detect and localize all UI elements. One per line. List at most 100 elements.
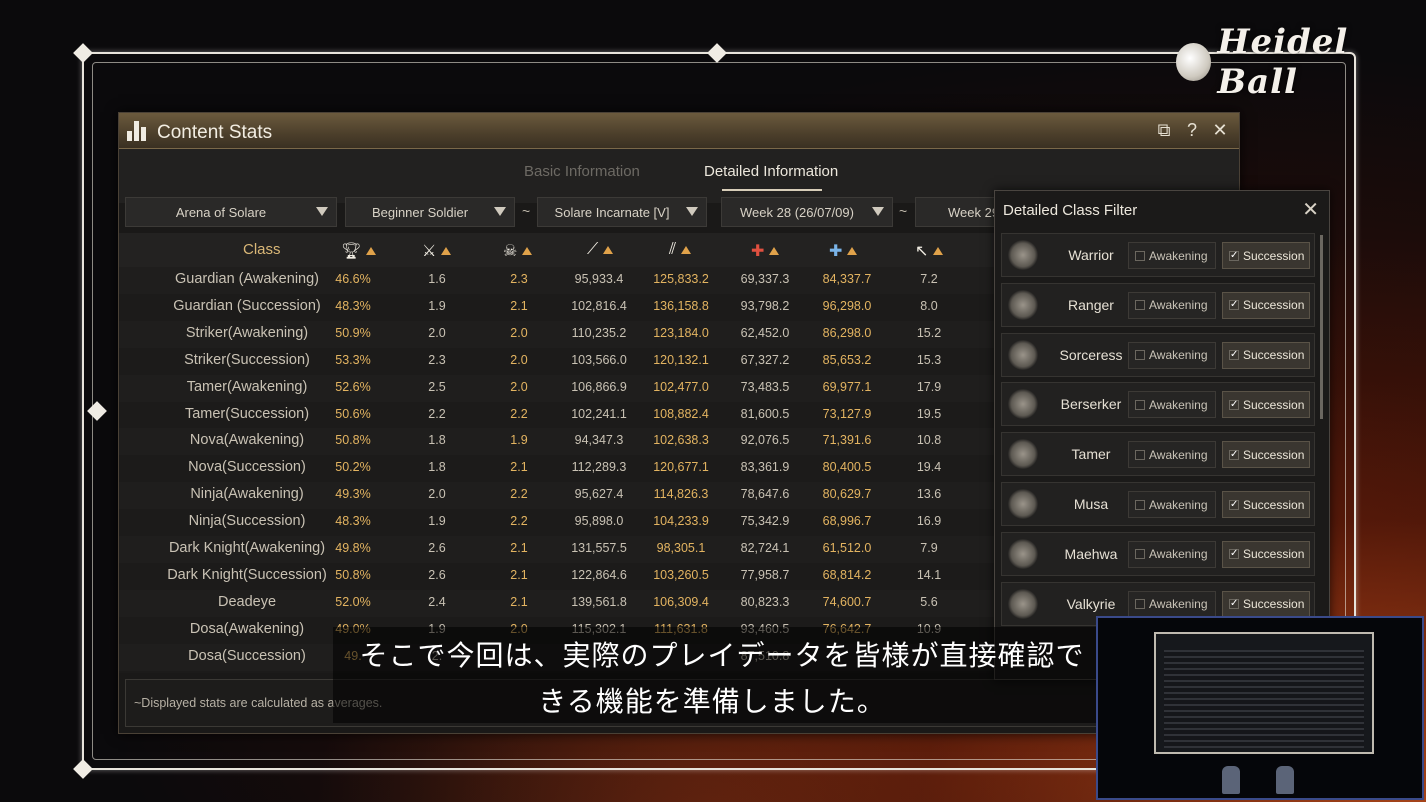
row-damage: 103,566.0 [571,352,627,367]
checkmark-icon: ✓ [1229,548,1239,560]
close-icon[interactable]: ✕ [1211,120,1229,141]
help-icon[interactable]: ? [1183,120,1201,141]
awakening-checkbox[interactable]: Awakening [1128,291,1216,319]
succession-checkbox[interactable]: ✓ Succession [1222,491,1310,518]
column-header-healing-received[interactable]: ✚ [829,241,858,261]
row-damage: 139,561.8 [571,594,627,609]
row-kills: 2.4 [428,594,446,609]
row-kills: 2.0 [428,487,446,502]
awakening-checkbox[interactable]: Awakening [1128,540,1216,568]
row-misc: 5.6 [920,594,938,609]
row-healing: 93,798.2 [740,298,790,313]
row-misc: 16.9 [916,514,942,529]
logo-text: Heidel Ball [1217,22,1349,102]
row-kills: 1.6 [428,272,446,286]
succession-label: Succession [1243,497,1305,512]
awakening-checkbox[interactable]: Awakening [1128,242,1216,269]
awakening-checkbox[interactable]: Awakening [1128,391,1216,419]
column-header-class[interactable]: Class [243,241,281,258]
class-filter-row: Maehwa Awakening ✓ Succession [1001,531,1315,576]
row-damage-taken: 102,638.3 [653,433,709,448]
rank-to-dropdown[interactable]: Solare Incarnate [V] [537,197,707,227]
row-class-name: Striker(Succession) [184,351,310,368]
column-header-damage-taken[interactable]: ⫽ [669,241,692,259]
class-emblem-icon [1008,339,1038,370]
row-class-name: Ninja(Awakening) [190,486,304,503]
column-header-healing[interactable]: ✚ [751,241,780,261]
week-from-dropdown[interactable]: Week 28 (26/07/09) [721,197,893,227]
restore-icon[interactable]: ⧉ [1155,120,1173,141]
row-deaths: 2.1 [510,541,528,555]
awakening-checkbox[interactable]: Awakening [1128,341,1216,369]
class-name: Berserker [1060,396,1122,413]
row-class-name: Dosa(Succession) [188,647,306,664]
row-damage-taken: 108,882.4 [653,406,709,421]
row-kills: 1.9 [428,298,446,313]
succession-checkbox[interactable]: ✓ Succession [1222,291,1310,319]
column-header-win-rate[interactable]: 🏆︎ [341,241,377,261]
column-header-kills[interactable]: ⚔ [422,241,452,261]
awakening-checkbox[interactable]: Awakening [1128,590,1216,618]
row-class-name: Dosa(Awakening) [189,620,305,637]
range-separator: ~ [522,203,531,219]
sword-icon: ⟋ [587,241,599,258]
succession-checkbox[interactable]: ✓ Succession [1222,391,1310,419]
row-healing: 69,337.3 [740,272,790,286]
row-damage-taken: 120,677.1 [653,460,709,475]
class-filter-row: Warrior Awakening ✓ Succession [1001,233,1315,277]
class-name: Warrior [1068,247,1114,263]
row-misc: 7.2 [920,272,938,286]
row-class-name: Dark Knight(Awakening) [168,540,326,556]
sort-up-icon [441,247,452,255]
content-dropdown[interactable]: Arena of Solare [125,197,337,227]
column-header-damage[interactable]: ⟋ [587,241,614,259]
week-to-dropdown[interactable]: Week 29 [915,197,1005,227]
succession-checkbox[interactable]: ✓ Succession [1222,540,1310,568]
class-emblem-icon [1008,240,1038,270]
row-misc: 17.9 [916,379,942,394]
checkbox-icon [1135,449,1145,460]
class-header-label: Class [243,241,281,258]
row-healing-received: 84,337.7 [822,272,872,286]
row-healing: 80,823.3 [740,594,790,609]
row-deaths: 2.2 [510,514,528,529]
active-tab-indicator [722,189,822,191]
close-icon[interactable]: ✕ [1302,197,1319,222]
succession-checkbox[interactable]: ✓ Succession [1222,590,1310,618]
crossed-swords-icon: ⚔ [422,243,437,260]
chevron-down-icon [316,207,328,216]
row-win-rate: 49.8% [335,541,371,555]
awakening-checkbox[interactable]: Awakening [1128,491,1216,518]
succession-checkbox[interactable]: ✓ Succession [1222,441,1310,469]
awakening-label: Awakening [1149,348,1208,363]
row-win-rate: 48.3% [335,514,371,529]
succession-label: Succession [1243,547,1305,562]
row-win-rate: 49.3% [335,487,371,502]
rank-from-dropdown[interactable]: Beginner Soldier [345,197,515,227]
checkmark-icon: ✓ [1229,398,1239,410]
checkmark-icon: ✓ [1229,349,1239,361]
awakening-label: Awakening [1149,397,1208,412]
panel-scrollbar[interactable] [1320,235,1323,419]
succession-checkbox[interactable]: ✓ Succession [1222,341,1310,369]
checkbox-icon [1135,250,1145,261]
tab-detailed-information[interactable]: Detailed Information [704,163,838,180]
class-name: Ranger [1068,296,1114,313]
sort-up-icon [769,247,780,255]
row-kills: 1.8 [428,460,446,475]
row-win-rate: 53.3% [335,352,371,367]
tab-basic-information[interactable]: Basic Information [524,163,640,180]
column-header-misc[interactable]: ↖ [915,241,944,261]
awakening-checkbox[interactable]: Awakening [1128,441,1216,469]
detailed-class-filter-panel: Detailed Class Filter ✕ Warrior Awakening… [994,190,1330,680]
week-from-value: Week 28 (26/07/09) [740,204,854,220]
checkmark-icon: ✓ [1229,598,1239,610]
row-kills: 1.9 [428,514,446,529]
succession-label: Succession [1243,397,1305,412]
stage-camera-inset [1096,616,1424,800]
row-damage-taken: 103,260.5 [653,567,709,582]
row-damage: 102,241.1 [571,406,627,421]
awakening-label: Awakening [1149,447,1208,462]
succession-checkbox[interactable]: ✓ Succession [1222,242,1310,269]
column-header-deaths[interactable]: ☠ [503,241,533,261]
